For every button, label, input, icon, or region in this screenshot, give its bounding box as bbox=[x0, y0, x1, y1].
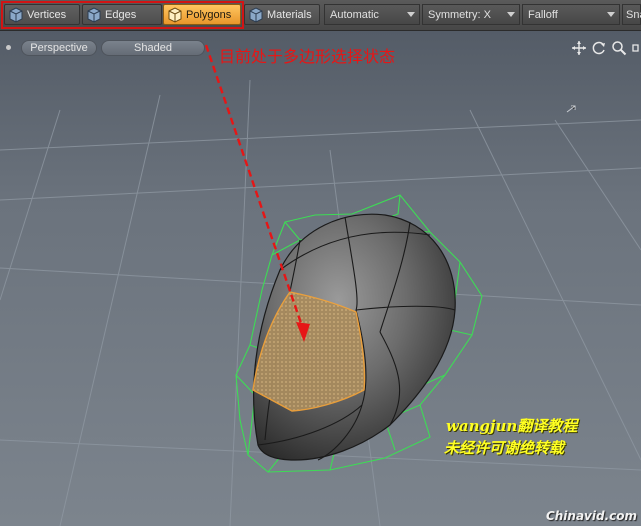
symmetry-dropdown[interactable]: Symmetry: X bbox=[422, 4, 520, 25]
view-type-button[interactable]: Perspective bbox=[21, 40, 97, 56]
materials-mode-button[interactable]: Materials bbox=[244, 4, 320, 25]
chevron-down-icon bbox=[407, 12, 415, 17]
credit-line-1: wangjun翻译教程 bbox=[446, 417, 578, 435]
snap-dropdown[interactable]: Sna bbox=[622, 4, 641, 25]
falloff-dropdown[interactable]: Falloff bbox=[522, 4, 620, 25]
credit-line-2: 未经许可谢绝转载 bbox=[444, 439, 565, 457]
mode-toolbar: Vertices Edges Polygons Materials Automa… bbox=[0, 0, 641, 31]
watermark: Chinavid.com bbox=[545, 509, 637, 523]
viewport-menu-dot[interactable] bbox=[6, 45, 11, 50]
annotation-highlight-box bbox=[1, 1, 244, 29]
chevron-down-icon bbox=[507, 12, 515, 17]
chevron-down-icon bbox=[607, 12, 615, 17]
cube-material-icon bbox=[249, 6, 263, 23]
move-view-icon[interactable] bbox=[571, 40, 587, 56]
zoom-view-icon[interactable] bbox=[611, 40, 627, 56]
action-center-value: Automatic bbox=[330, 8, 379, 21]
materials-label: Materials bbox=[267, 8, 312, 21]
view-type-label: Perspective bbox=[30, 42, 88, 54]
shading-mode-label: Shaded bbox=[134, 42, 172, 54]
app-window: Vertices Edges Polygons Materials Automa… bbox=[0, 0, 641, 526]
snap-value: Sna bbox=[626, 8, 641, 21]
action-center-dropdown[interactable]: Automatic bbox=[324, 4, 420, 25]
shading-mode-button[interactable]: Shaded bbox=[101, 40, 205, 56]
rotate-view-icon[interactable] bbox=[591, 40, 607, 56]
falloff-value: Falloff bbox=[528, 8, 558, 21]
fit-view-icon[interactable] bbox=[630, 40, 641, 56]
annotation-note: 目前处于多边形选择状态 bbox=[219, 47, 396, 66]
symmetry-value: Symmetry: X bbox=[428, 8, 491, 21]
